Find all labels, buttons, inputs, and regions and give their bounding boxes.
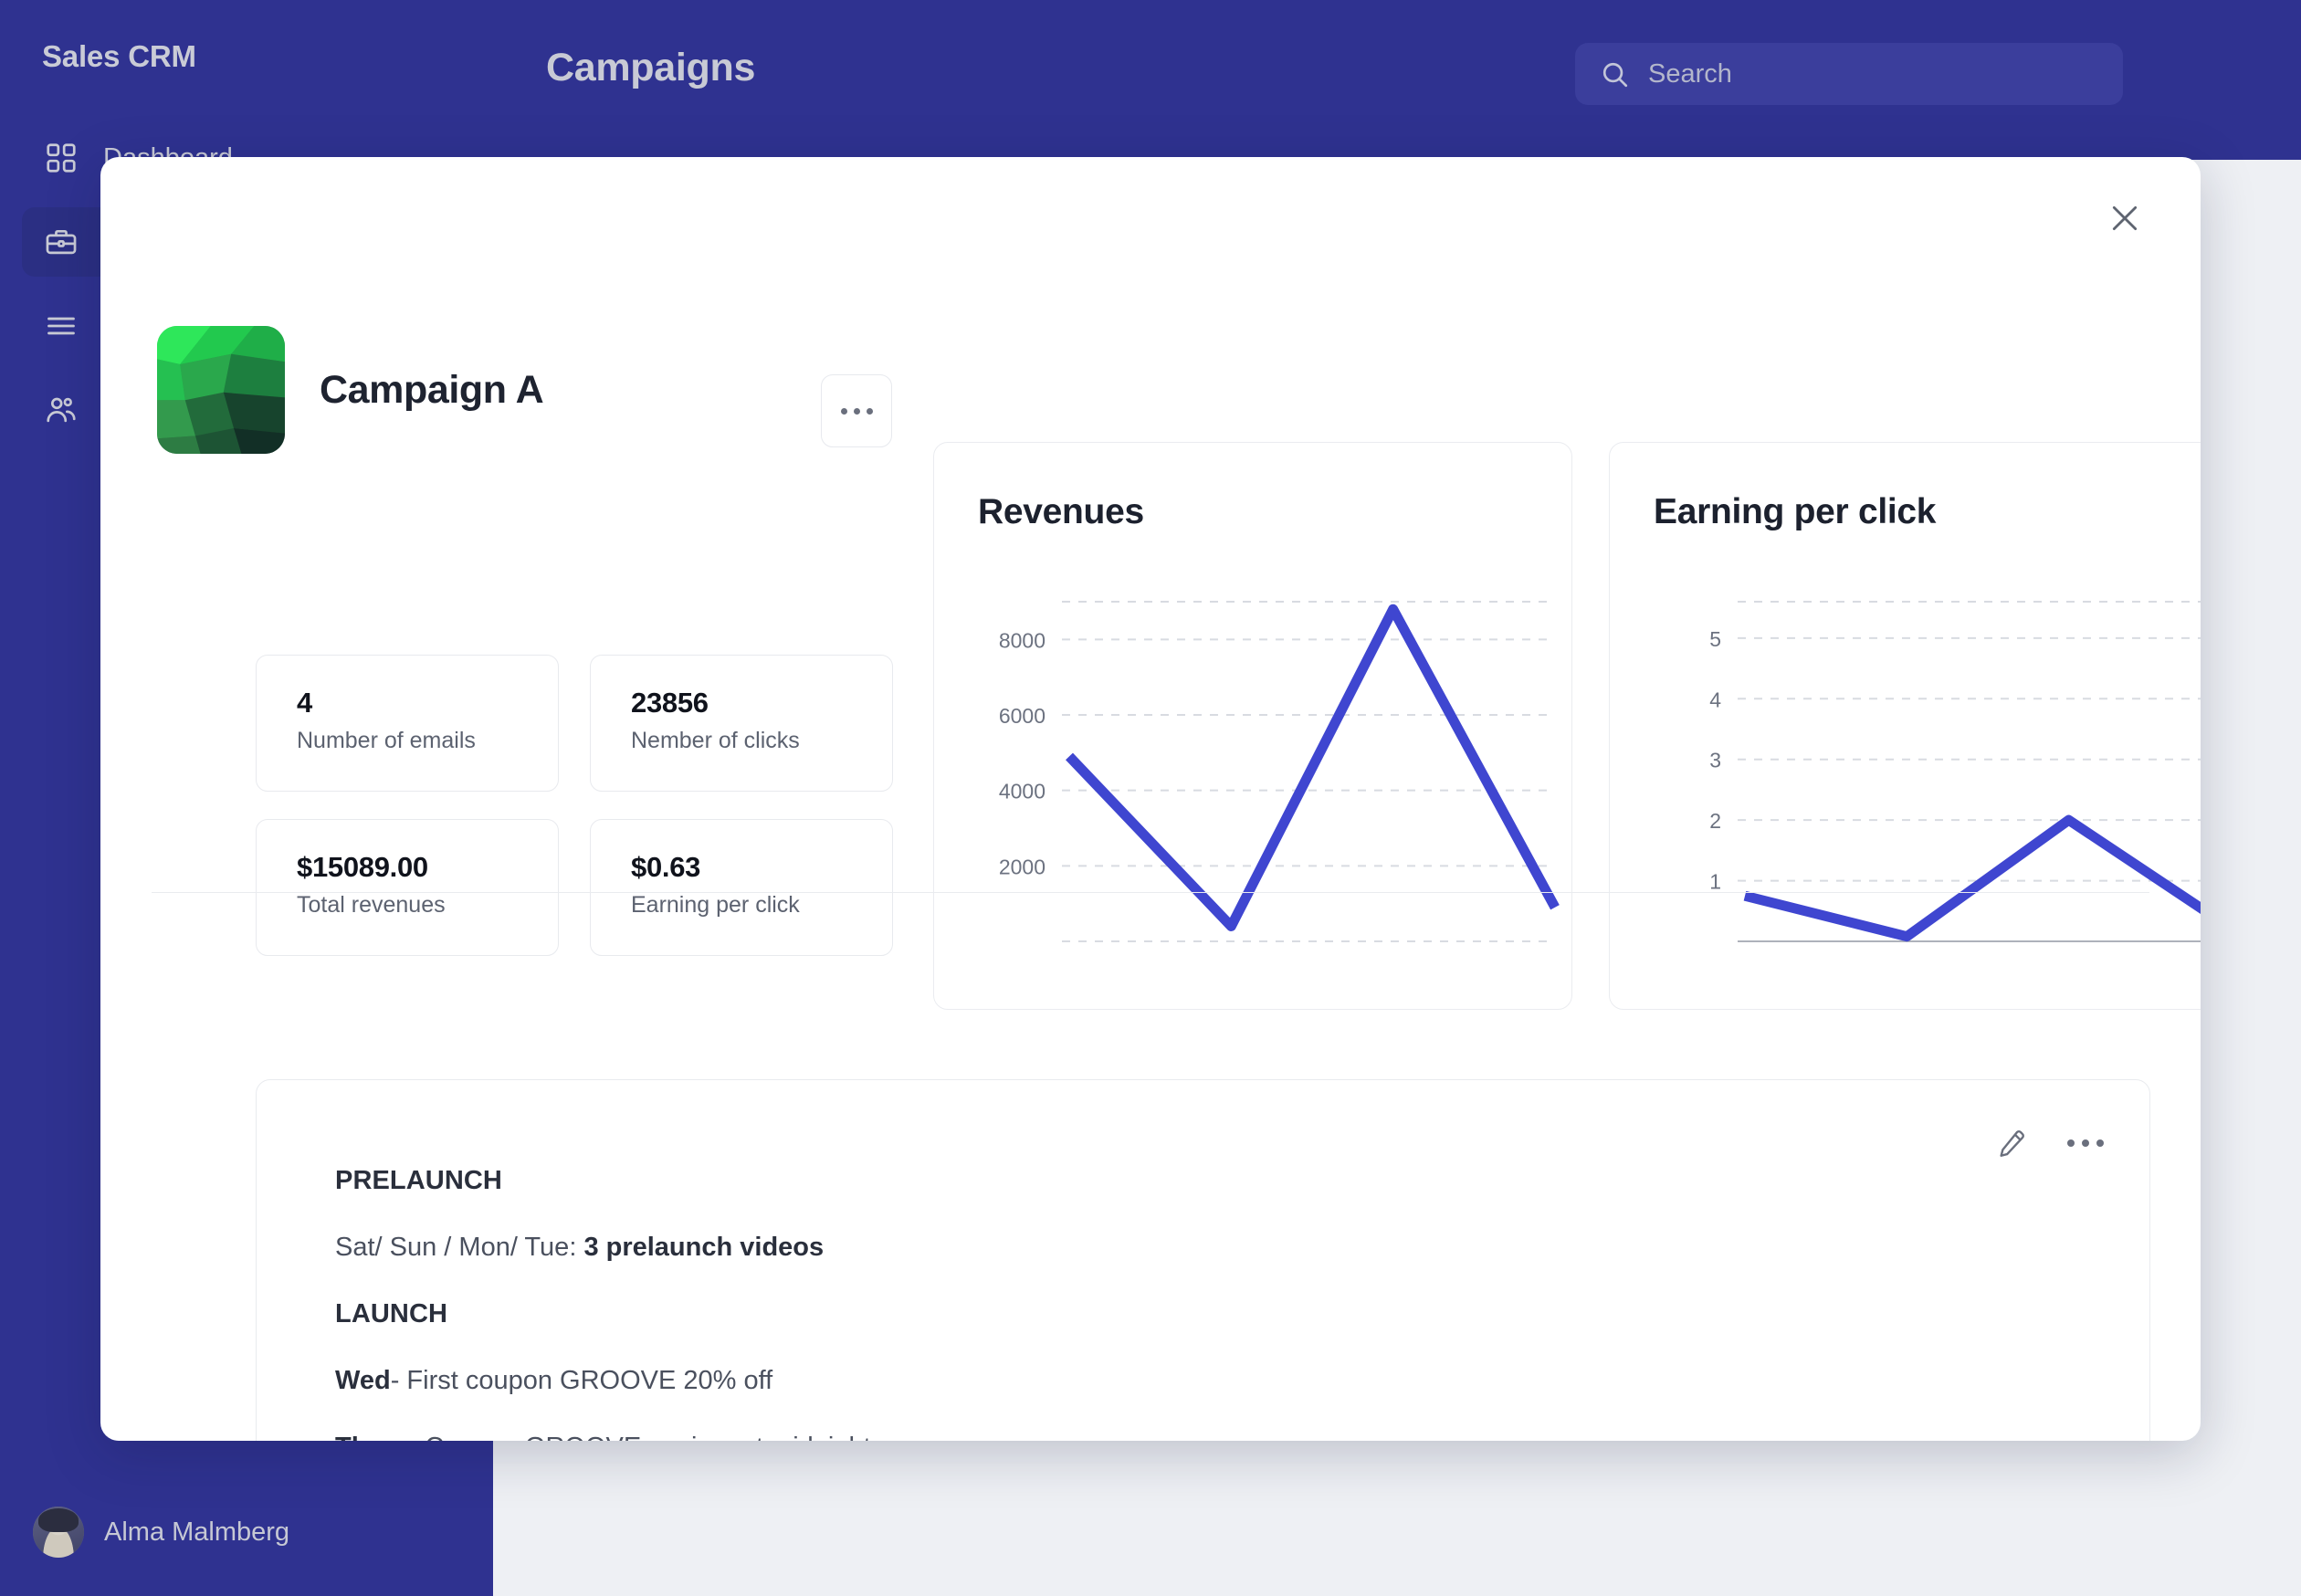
stat-value: $15089.00	[297, 851, 428, 883]
ellipsis-icon	[2067, 1139, 2075, 1147]
svg-text:6000: 6000	[999, 704, 1045, 728]
pencil-icon	[1996, 1128, 2027, 1159]
search-input[interactable]	[1648, 53, 2086, 95]
chart-title: Earning per click	[1654, 492, 1937, 531]
svg-text:4: 4	[1709, 688, 1721, 711]
note-text: - First coupon GROOVE 20% off	[390, 1366, 773, 1395]
sidebar-user-profile[interactable]: Alma Malmberg	[33, 1507, 289, 1558]
note-text-bold: Thurs	[335, 1433, 409, 1441]
note-launch-heading: LAUNCH	[335, 1299, 448, 1328]
note-text: Sat/ Sun / Mon/ Tue:	[335, 1233, 584, 1262]
list-icon	[44, 309, 79, 343]
svg-text:5: 5	[1709, 627, 1721, 651]
revenues-line-chart: 2000 4000 6000 8000	[999, 601, 1560, 942]
note-prelaunch-line: Sat/ Sun / Mon/ Tue: 3 prelaunch videos	[335, 1233, 1942, 1263]
ellipsis-icon	[840, 407, 873, 415]
modal-summary-section: Campaign A 4 Number of emails 23856 Nemb…	[100, 157, 2201, 1010]
stat-value: 23856	[631, 687, 709, 719]
notes-actions	[1996, 1128, 2104, 1159]
search-box[interactable]	[1575, 43, 2123, 105]
note-text-bold: Wed	[335, 1366, 391, 1395]
stat-value: 4	[297, 687, 312, 719]
stat-label: Total revenues	[297, 892, 446, 918]
campaign-more-button[interactable]	[821, 374, 892, 447]
note-prelaunch-heading: PRELAUNCH	[335, 1166, 502, 1195]
user-name: Alma Malmberg	[104, 1517, 290, 1547]
note-text-bold: 3 prelaunch videos	[583, 1233, 825, 1262]
svg-text:4000: 4000	[999, 780, 1045, 803]
svg-text:3: 3	[1709, 749, 1721, 772]
page-title: Campaigns	[546, 46, 756, 89]
chart-card-revenues: Revenues 2000 4000 6000 8000	[933, 442, 1572, 1010]
briefcase-icon	[44, 225, 79, 259]
earning-per-click-line-chart: 1 2 3 4 5	[1709, 601, 2201, 942]
stat-label: Number of emails	[297, 728, 476, 753]
chart-card-epc: Earning per click 1 2 3 4 5	[1609, 442, 2201, 1010]
campaign-detail-modal: Campaign A 4 Number of emails 23856 Nemb…	[100, 157, 2201, 1441]
search-icon	[1599, 58, 1630, 89]
notes-card: PRELAUNCH Sat/ Sun / Mon/ Tue: 3 prelaun…	[256, 1079, 2150, 1441]
campaign-thumbnail	[157, 326, 285, 454]
note-thurs-line: Thurs- Coupon GROOVE expires at midnight	[335, 1433, 1942, 1441]
stat-card-clicks: 23856 Nember of clicks	[590, 655, 893, 792]
stat-card-epc: $0.63 Earning per click	[590, 819, 893, 956]
stat-card-revenues: $15089.00 Total revenues	[256, 819, 559, 956]
campaign-name: Campaign A	[320, 367, 544, 412]
note-wed-line: Wed- First coupon GROOVE 20% off	[335, 1366, 1942, 1396]
svg-text:2000: 2000	[999, 855, 1045, 878]
svg-text:1: 1	[1709, 870, 1721, 894]
stat-card-emails: 4 Number of emails	[256, 655, 559, 792]
grid-icon	[44, 141, 79, 175]
stat-value: $0.63	[631, 851, 701, 883]
people-icon	[44, 393, 79, 427]
stat-label: Nember of clicks	[631, 728, 800, 753]
notes-body: PRELAUNCH Sat/ Sun / Mon/ Tue: 3 prelaun…	[335, 1166, 1942, 1441]
svg-text:8000: 8000	[999, 628, 1045, 652]
stat-label: Earning per click	[631, 892, 800, 918]
avatar	[33, 1507, 84, 1558]
topbar: Campaigns + New Campaign	[493, 0, 2301, 160]
chart-title: Revenues	[978, 492, 1144, 531]
edit-note-button[interactable]	[1996, 1128, 2027, 1159]
campaign-header: Campaign A	[157, 326, 814, 454]
app-root: Sales CRM Dashboard	[0, 0, 2301, 1596]
modal-divider	[152, 892, 2149, 893]
note-text: - Coupon GROOVE expires at midnight	[409, 1433, 871, 1441]
notes-more-button[interactable]	[2067, 1139, 2104, 1147]
svg-text:2: 2	[1709, 809, 1721, 833]
app-brand: Sales CRM	[42, 39, 196, 73]
